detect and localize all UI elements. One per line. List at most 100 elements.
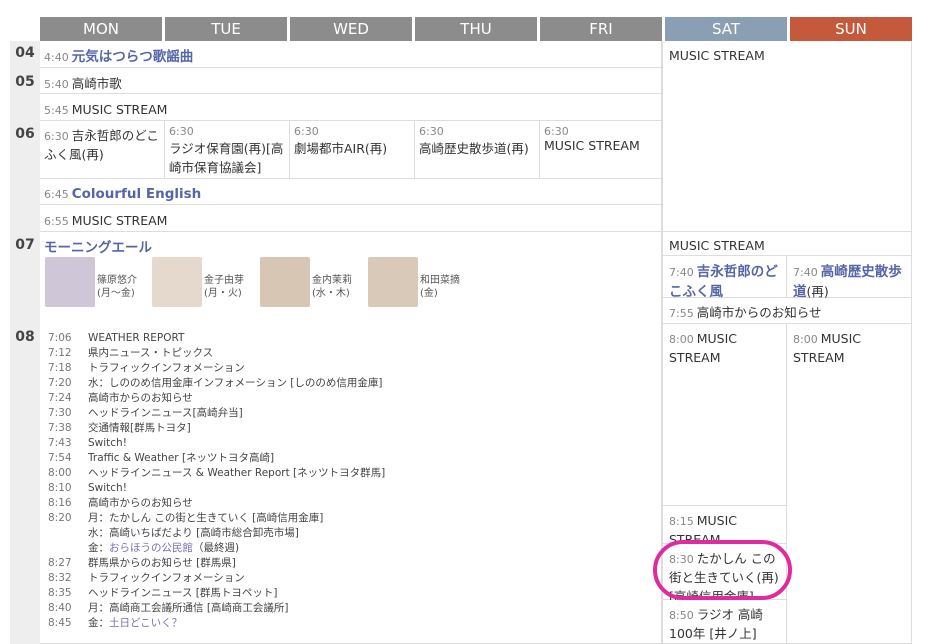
time-label: 5:40 — [44, 78, 69, 91]
program-0850-sat[interactable]: 8:50 ラジオ 高崎100年 [井ノ上] — [662, 600, 787, 644]
schedule-time: 8:27 — [48, 557, 72, 569]
program-0755[interactable]: 7:55 高崎市からのお知らせ — [662, 298, 912, 324]
schedule-time: 7:12 — [48, 347, 72, 359]
schedule-item: 7:24 高崎市からのお知らせ — [48, 391, 648, 406]
schedule-text: 水：しののめ信用金庫インフォメーション [しののめ信用金庫] — [88, 377, 383, 389]
personality-name: 金子由芽 — [204, 275, 244, 286]
schedule-text: ヘッドラインニュース [群馬トヨペット] — [88, 587, 278, 599]
program-0655[interactable]: 6:55 MUSIC STREAM — [40, 205, 662, 232]
program-0630-fri[interactable]: 6:30 MUSIC STREAM — [540, 121, 662, 179]
schedule-link[interactable]: おらほうの公民館 — [109, 542, 193, 554]
schedule-item: 8:10 Switch! — [48, 481, 648, 496]
header-wed: WED — [290, 17, 412, 41]
program-0440[interactable]: 4:40 元気はつらつ歌謡曲 — [40, 41, 662, 68]
highlight-circle — [653, 540, 792, 600]
time-label: 6:30 — [419, 125, 444, 138]
personality-1: 金子由芽 (月・火) — [204, 274, 244, 300]
schedule-time: 8:10 — [48, 482, 72, 494]
schedule-text: トラフィックインフォメーション — [88, 572, 245, 584]
schedule-text: 交通情報[群馬トヨタ] — [88, 422, 191, 434]
program-title: 高崎市歌 — [71, 76, 122, 91]
schedule-item: 7:54 Traffic & Weather [ネッツトヨタ高崎] — [48, 451, 648, 466]
schedule-text: 群馬県からのお知らせ [群馬県] — [88, 557, 236, 569]
program-title: ラジオ保育園(再)[高崎市保育協議会] — [169, 141, 284, 175]
program-title[interactable]: Colourful English — [72, 186, 202, 202]
weekend-music-stream-block[interactable]: MUSIC STREAM — [662, 41, 912, 232]
schedule-time: 8:45 — [48, 617, 72, 629]
schedule-text: Switch! — [88, 437, 127, 449]
schedule-item: 7:43 Switch! — [48, 436, 648, 451]
program-0815-sat[interactable]: 8:15 MUSIC STREAM — [662, 506, 787, 547]
schedule-time: 8:00 — [48, 467, 72, 479]
schedule-item: 金：おらほうの公民館（最終週) — [48, 541, 648, 556]
schedule-text: WEATHER REPORT — [88, 332, 185, 344]
schedule-item: 7:18 トラフィックインフォメーション — [48, 361, 648, 376]
header-sat: SAT — [665, 17, 787, 41]
morning-schedule-list: 7:06 WEATHER REPORT 7:12 県内ニュース・トピックス 7:18 トラ… — [48, 331, 648, 631]
schedule-item: 8:20 月：たかしん この街と生きていく [高崎信用金庫] — [48, 511, 648, 526]
program-0740-sat[interactable]: 7:40 吉永哲郎のどこふく風 — [662, 256, 787, 300]
schedule-text: 金： — [88, 542, 109, 554]
time-label: 8:15 — [669, 515, 694, 528]
schedule-item: 7:20 水：しののめ信用金庫インフォメーション [しののめ信用金庫] — [48, 376, 648, 391]
time-label: 6:30 — [44, 130, 69, 143]
schedule-time: 7:20 — [48, 377, 72, 389]
personality-name: 金内茉莉 — [312, 275, 352, 286]
personality-3: 和田菜摘 (金) — [420, 274, 460, 300]
time-label: 8:50 — [669, 609, 694, 622]
schedule-time: 7:38 — [48, 422, 72, 434]
schedule-text: ヘッドラインニュース[高崎弁当] — [88, 407, 243, 419]
schedule-item: 8:00 ヘッドラインニュース & Weather Report [ネッツトヨタ群… — [48, 466, 648, 481]
hour-07: 07 — [15, 237, 35, 253]
schedule-item: 8:35 ヘッドラインニュース [群馬トヨペット] — [48, 586, 648, 601]
program-title[interactable]: 元気はつらつ歌謡曲 — [72, 49, 194, 65]
schedule-time: 8:35 — [48, 587, 72, 599]
personality-0: 篠原悠介 (月～金) — [97, 274, 137, 300]
schedule-item: 8:27 群馬県からのお知らせ [群馬県] — [48, 556, 648, 571]
program-0645[interactable]: 6:45 Colourful English — [40, 179, 662, 205]
schedule-text: 金： — [88, 617, 109, 629]
schedule-item: 水：高崎いちばだより [高崎市総合卸売市場] — [48, 526, 648, 541]
time-label: 6:55 — [44, 215, 69, 228]
schedule-item: 8:16 高崎市からのお知らせ — [48, 496, 648, 511]
avatar — [260, 257, 310, 307]
schedule-item: 7:38 交通情報[群馬トヨタ] — [48, 421, 648, 436]
program-0800-sun[interactable]: 8:00 MUSIC STREAM — [787, 324, 912, 644]
program-0740-sun[interactable]: 7:40 高崎歴史散歩道(再) — [787, 256, 912, 300]
program-title[interactable]: モーニングエール — [44, 236, 657, 256]
time-label: 7:55 — [669, 307, 694, 320]
program-0630-thu[interactable]: 6:30 高崎歴史散歩道(再) — [415, 121, 540, 179]
schedule-time: 7:06 — [48, 332, 72, 344]
header-mon: MON — [40, 17, 162, 41]
schedule-item: 8:40 月：高崎商工会議所通信 [高崎商工会議所] — [48, 601, 648, 616]
time-label: 5:45 — [44, 104, 69, 117]
program-0630-mon[interactable]: 6:30 吉永哲郎のどこふく風(再) — [40, 121, 165, 179]
personality-days: (水・木) — [312, 288, 350, 299]
program-title: MUSIC STREAM — [669, 238, 765, 253]
header-tue: TUE — [165, 17, 287, 41]
schedule-text: 県内ニュース・トピックス — [88, 347, 214, 359]
program-title: 高崎歴史散歩道(再) — [419, 141, 529, 156]
time-label: 6:45 — [44, 188, 69, 201]
personality-days: (月・火) — [204, 288, 242, 299]
schedule-time: 8:40 — [48, 602, 72, 614]
personality-name: 和田菜摘 — [420, 275, 460, 286]
schedule-time: 8:32 — [48, 572, 72, 584]
program-title: 劇場都市AIR(再) — [294, 141, 388, 156]
hour-08: 08 — [15, 329, 35, 345]
program-0540[interactable]: 5:40 高崎市歌 — [40, 68, 662, 94]
weekend-music-stream-0700[interactable]: MUSIC STREAM — [662, 232, 912, 256]
schedule-link[interactable]: 土日どこいく？ — [109, 617, 182, 629]
schedule-time: 8:20 — [48, 512, 72, 524]
schedule-time: 7:54 — [48, 452, 72, 464]
program-0545[interactable]: 5:45 MUSIC STREAM — [40, 94, 662, 121]
schedule-time: 7:24 — [48, 392, 72, 404]
time-label: 6:30 — [294, 125, 319, 138]
program-0630-tue[interactable]: 6:30 ラジオ保育園(再)[高崎市保育協議会] — [165, 121, 290, 179]
schedule-time: 7:30 — [48, 407, 72, 419]
program-0800-sat[interactable]: 8:00 MUSIC STREAM — [662, 324, 787, 506]
schedule-tail: （最終週) — [193, 542, 240, 554]
schedule-text: 水：高崎いちばだより [高崎市総合卸売市場] — [88, 527, 299, 539]
program-title: MUSIC STREAM — [669, 48, 765, 63]
program-0630-wed[interactable]: 6:30 劇場都市AIR(再) — [290, 121, 415, 179]
